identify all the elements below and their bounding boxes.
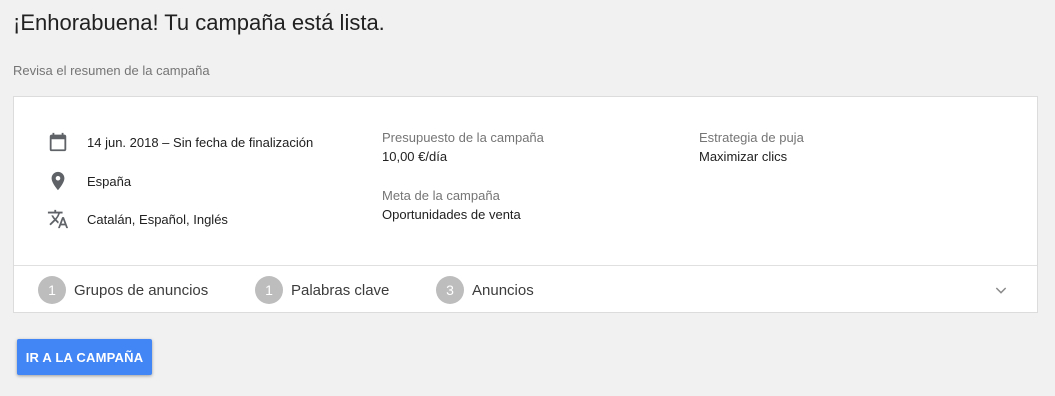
budget-label: Presupuesto de la campaña: [382, 130, 544, 145]
goal-label: Meta de la campaña: [382, 188, 500, 203]
goal-block: Meta de la campaña Oportunidades de vent…: [382, 188, 521, 222]
translate-icon: [47, 208, 69, 230]
location-pin-icon: [47, 170, 69, 192]
ad-groups-label: Grupos de anuncios: [74, 281, 209, 299]
ad-groups-count[interactable]: 1 Grupos de anuncios: [38, 276, 208, 304]
ad-groups-count-badge: 1: [38, 276, 66, 304]
page-subtitle: Revisa el resumen de la campaña: [13, 63, 210, 78]
campaign-dates-row: 14 jun. 2018 – Sin fecha de finalización: [47, 129, 313, 155]
campaign-languages-row: Catalán, Español, Inglés: [47, 206, 228, 232]
go-to-campaign-button[interactable]: IR A LA CAMPAÑA: [17, 339, 152, 375]
ads-count-badge: 3: [436, 276, 464, 304]
campaign-details-section: 14 jun. 2018 – Sin fecha de finalización…: [14, 97, 1037, 266]
keywords-count-badge: 1: [255, 276, 283, 304]
bidding-label: Estrategia de puja: [699, 130, 804, 145]
goal-value: Oportunidades de venta: [382, 207, 521, 222]
bidding-value: Maximizar clics: [699, 149, 788, 164]
campaign-counts-bar[interactable]: 1 Grupos de anuncios 1 Palabras clave 3 …: [14, 266, 1037, 313]
calendar-icon: [47, 131, 69, 153]
keywords-label: Palabras clave: [291, 281, 390, 299]
bidding-block: Estrategia de puja Maximizar clics: [699, 130, 804, 164]
chevron-down-icon[interactable]: [991, 280, 1011, 300]
page-title: ¡Enhorabuena! Tu campaña está lista.: [13, 10, 385, 35]
budget-value: 10,00 €/día: [382, 149, 448, 164]
campaign-dates: 14 jun. 2018 – Sin fecha de finalización: [87, 134, 314, 150]
budget-block: Presupuesto de la campaña 10,00 €/día: [382, 130, 544, 164]
campaign-location-row: España: [47, 168, 131, 194]
keywords-count[interactable]: 1 Palabras clave: [255, 276, 389, 304]
ads-count[interactable]: 3 Anuncios: [436, 276, 534, 304]
ads-label: Anuncios: [472, 281, 534, 299]
campaign-location: España: [87, 173, 132, 189]
campaign-languages: Catalán, Español, Inglés: [87, 211, 228, 227]
campaign-summary-card: 14 jun. 2018 – Sin fecha de finalización…: [13, 96, 1038, 313]
